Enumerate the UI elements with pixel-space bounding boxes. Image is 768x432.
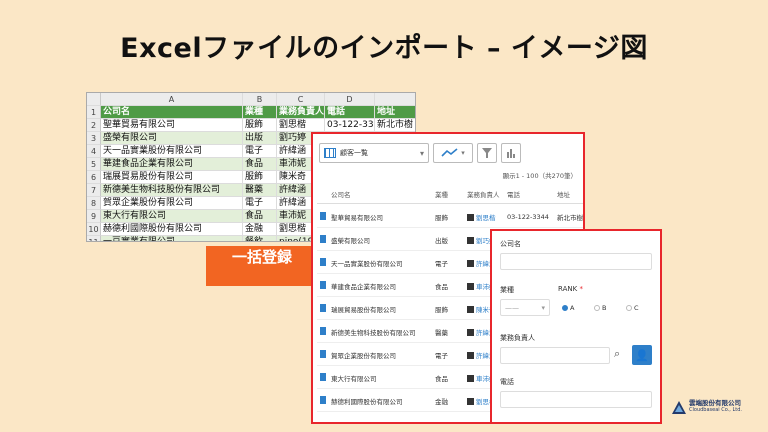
view-select[interactable]: 顧客一覧 ▾: [319, 143, 429, 163]
person-icon: [467, 237, 474, 244]
document-icon[interactable]: [320, 280, 326, 289]
chevron-down-icon: ▾: [419, 148, 424, 158]
bar-chart-icon: [507, 149, 515, 158]
person-icon: [467, 306, 474, 313]
user-icon: 👤: [635, 348, 649, 362]
owner-label: 業務負責人: [500, 334, 535, 342]
search-icon[interactable]: ⌕: [614, 347, 620, 361]
record-form: 公司名 業種 —— ▾ RANK * A B C 業務負責人 ⌕ 👤 電話: [490, 229, 662, 424]
document-icon[interactable]: [320, 257, 326, 266]
person-icon: [467, 329, 474, 336]
filter-icon: [482, 148, 492, 158]
person-icon: [467, 352, 474, 359]
page-title: Excelファイルのインポート – イメージ図: [120, 33, 648, 64]
rank-radio-b[interactable]: B: [594, 304, 606, 312]
document-icon[interactable]: [320, 349, 326, 358]
person-icon: [467, 398, 474, 405]
phone-label: 電話: [500, 378, 514, 386]
document-icon[interactable]: [320, 395, 326, 404]
line-chart-icon: [441, 148, 458, 157]
phone-input[interactable]: [500, 391, 652, 408]
person-icon: [467, 375, 474, 382]
industry-label: 業種: [500, 286, 514, 294]
document-icon[interactable]: [320, 234, 326, 243]
record-count: 顯示1 - 100（共270筆）: [502, 172, 577, 180]
excel-row: 2聖華貿易有限公司服飾劉思楷03-122-3344新北市樹: [87, 119, 415, 132]
company-logo: 雲端股份有限公司 Cloudbaseai Co., Ltd.: [672, 400, 742, 414]
document-icon[interactable]: [320, 372, 326, 381]
document-icon[interactable]: [320, 326, 326, 335]
industry-select[interactable]: —— ▾: [500, 299, 550, 316]
logo-mark-icon: [672, 400, 686, 414]
chevron-down-icon: ▾: [541, 303, 545, 312]
rank-radio-a[interactable]: A: [562, 304, 574, 312]
document-icon[interactable]: [320, 303, 326, 312]
filter-button[interactable]: [477, 143, 497, 163]
chart-toggle-button[interactable]: ▾: [433, 143, 473, 163]
grid-icon: [324, 148, 336, 158]
person-icon: [467, 260, 474, 267]
user-picker-button[interactable]: 👤: [632, 345, 652, 365]
table-row[interactable]: 聖華貿易有限公司 服飾 劉思楷 03-122-3344 新北市樹: [317, 206, 583, 228]
bar-chart-button[interactable]: [501, 143, 521, 163]
owner-link[interactable]: 劉思楷: [476, 214, 496, 222]
rank-label: RANK *: [558, 285, 583, 293]
bulk-register-label: 一括登録: [231, 248, 292, 266]
toolbar: 顧客一覧 ▾ ▾: [319, 142, 521, 164]
person-icon: [467, 214, 474, 221]
company-label: 公司名: [500, 240, 521, 248]
rank-radio-c[interactable]: C: [626, 304, 639, 312]
excel-column-header-row: A B C D: [87, 93, 415, 106]
table-header: 公司名 業種 業務負責人 電話 地址: [317, 184, 583, 204]
excel-header-row: 1 公司名 業種 業務負責人 電話 地址: [87, 106, 415, 119]
company-input[interactable]: [500, 253, 652, 270]
owner-input[interactable]: [500, 347, 610, 364]
person-icon: [467, 283, 474, 290]
document-icon[interactable]: [320, 211, 326, 220]
